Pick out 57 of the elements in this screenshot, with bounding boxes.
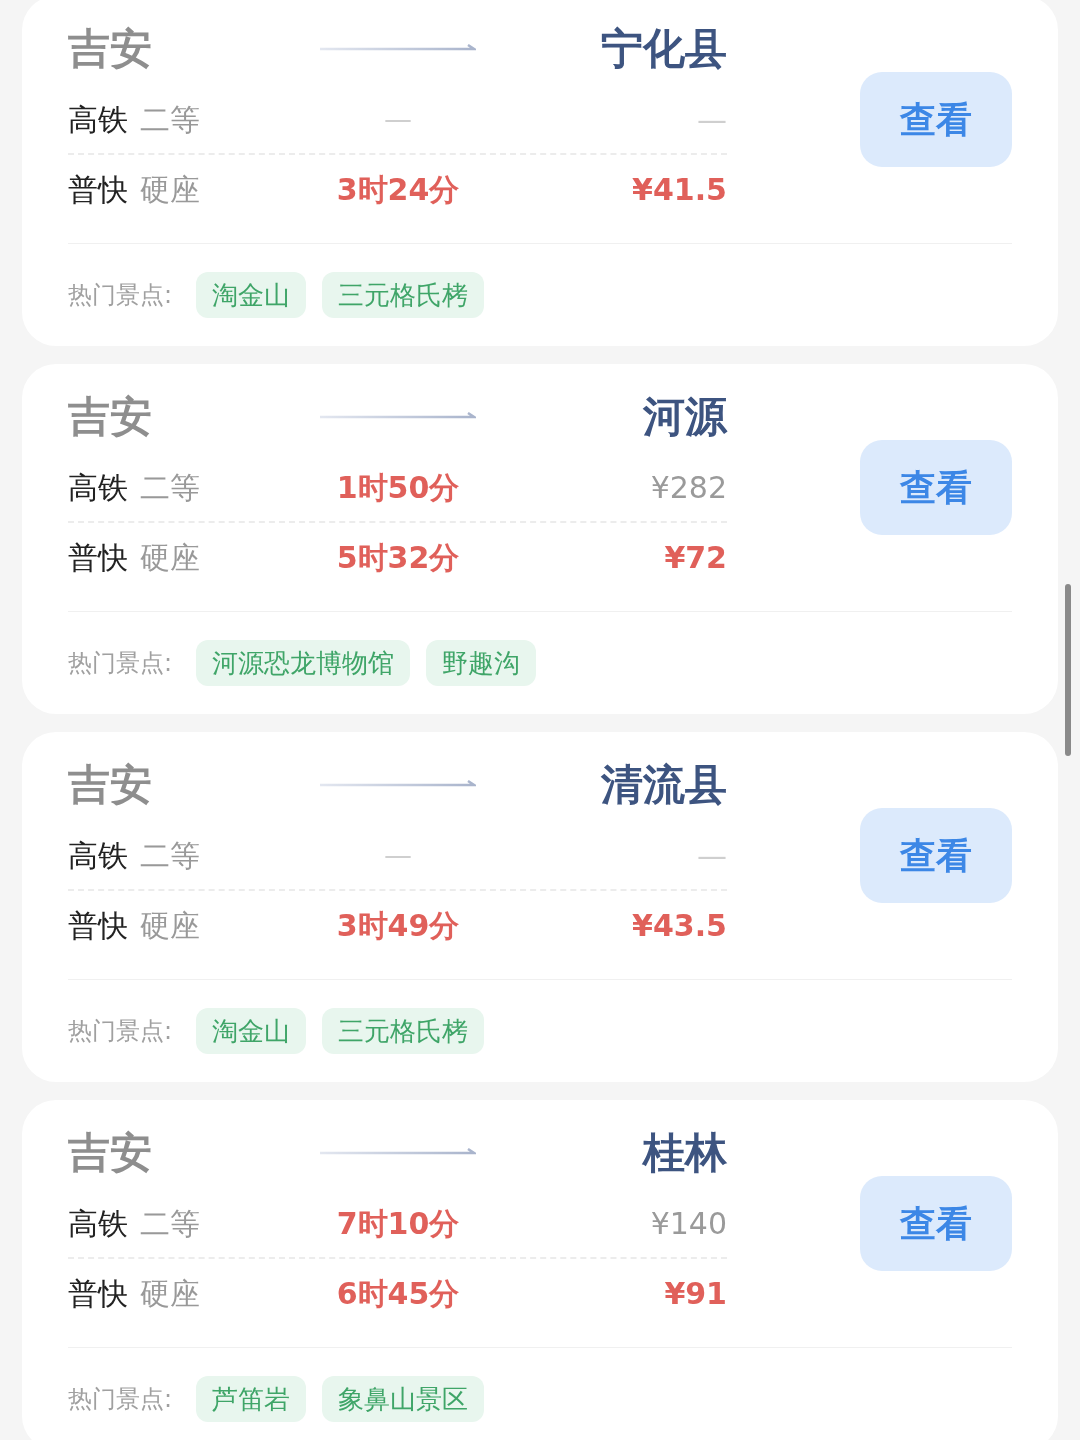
destination-city: 河源 (642, 390, 727, 443)
view-button[interactable]: 查看 (860, 440, 1012, 535)
origin-city: 吉安 (68, 390, 153, 443)
spots-label: 热门景点: (68, 648, 173, 679)
origin-city: 吉安 (68, 22, 153, 75)
train-type: 普快 (68, 539, 128, 577)
origin-city: 吉安 (68, 758, 153, 811)
spot-tag[interactable]: 三元格氏栲 (322, 1008, 485, 1054)
spot-tag[interactable]: 三元格氏栲 (322, 272, 485, 318)
spot-tag[interactable]: 芦笛岩 (196, 1376, 307, 1422)
scrollbar[interactable] (1065, 584, 1071, 756)
view-button[interactable]: 查看 (860, 72, 1012, 167)
destination-city: 宁化县 (600, 22, 727, 75)
travel-duration: 1时50分 (336, 469, 460, 507)
spot-tag[interactable]: 野趣沟 (426, 640, 537, 686)
spots-label: 热门景点: (68, 1384, 173, 1415)
ticket-price: ¥72 (664, 539, 727, 577)
travel-duration: 7时10分 (336, 1205, 460, 1243)
ticket-price: ¥282 (650, 469, 727, 507)
ticket-price: — (697, 101, 727, 139)
spot-tag[interactable]: 象鼻山景区 (322, 1376, 485, 1422)
seat-class: 硬座 (140, 539, 200, 577)
train-type: 高铁 (68, 469, 128, 507)
spot-tag[interactable]: 河源恐龙博物馆 (196, 640, 411, 686)
seat-class: 二等 (140, 1205, 200, 1243)
seat-class: 硬座 (140, 907, 200, 945)
destination-city: 清流县 (600, 758, 727, 811)
seat-class: 二等 (140, 469, 200, 507)
spot-tag[interactable]: 淘金山 (196, 272, 307, 318)
train-type: 普快 (68, 907, 128, 945)
train-type: 普快 (68, 1275, 128, 1313)
ticket-price: ¥91 (664, 1275, 727, 1313)
travel-duration: 3时49分 (336, 907, 460, 945)
view-button[interactable]: 查看 (860, 808, 1012, 903)
seat-class: 二等 (140, 837, 200, 875)
travel-duration: — (384, 101, 412, 138)
train-type: 高铁 (68, 1205, 128, 1243)
spots-label: 热门景点: (68, 1016, 173, 1047)
travel-duration: 5时32分 (336, 539, 460, 577)
origin-city: 吉安 (68, 1126, 153, 1179)
ticket-price: ¥140 (650, 1205, 727, 1243)
travel-duration: 6时45分 (336, 1275, 460, 1313)
seat-class: 二等 (140, 101, 200, 139)
seat-class: 硬座 (140, 171, 200, 209)
ticket-price: ¥43.5 (632, 907, 727, 945)
train-type: 普快 (68, 171, 128, 209)
view-button[interactable]: 查看 (860, 1176, 1012, 1271)
train-type: 高铁 (68, 101, 128, 139)
ticket-price: — (697, 837, 727, 875)
ticket-price: ¥41.5 (632, 171, 727, 209)
spot-tag[interactable]: 淘金山 (196, 1008, 307, 1054)
travel-duration: 3时24分 (336, 171, 460, 209)
destination-city: 桂林 (641, 1126, 727, 1179)
spots-label: 热门景点: (68, 280, 173, 311)
seat-class: 硬座 (140, 1275, 200, 1313)
travel-duration: — (384, 837, 412, 874)
train-type: 高铁 (68, 837, 128, 875)
